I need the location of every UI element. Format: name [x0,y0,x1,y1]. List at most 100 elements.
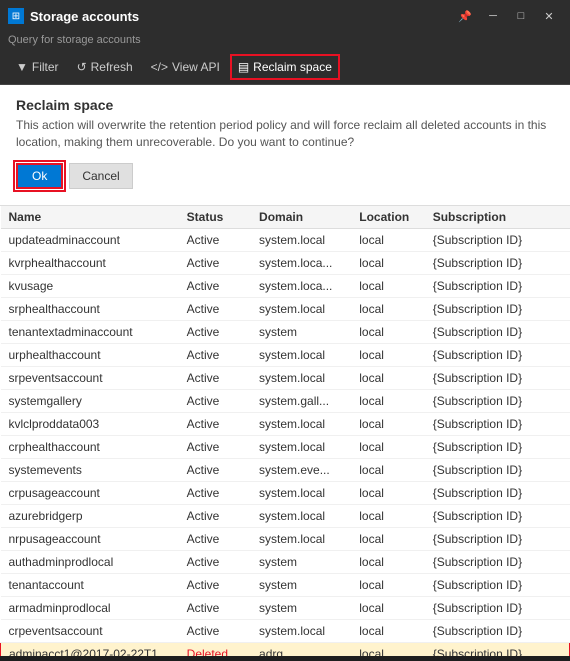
table-row[interactable]: armadminprodlocalActivesystemlocal{Subsc… [1,596,570,619]
cell-status: Active [179,435,251,458]
close-button[interactable]: ✕ [536,5,562,27]
table-row[interactable]: srphealthaccountActivesystem.locallocal{… [1,297,570,320]
cell-subscription: {Subscription ID} [425,458,570,481]
view-api-button[interactable]: </> View API [143,54,228,80]
table-row[interactable]: tenantextadminaccountActivesystemlocal{S… [1,320,570,343]
table-row[interactable]: azurebridgerpActivesystem.locallocal{Sub… [1,504,570,527]
cell-location: local [351,320,424,343]
cell-subscription: {Subscription ID} [425,435,570,458]
cell-status: Active [179,320,251,343]
table-row[interactable]: tenantaccountActivesystemlocal{Subscript… [1,573,570,596]
cell-subscription: {Subscription ID} [425,389,570,412]
cell-subscription: {Subscription ID} [425,228,570,251]
cell-name: srphealthaccount [1,297,179,320]
table-row[interactable]: urphealthaccountActivesystem.locallocal{… [1,343,570,366]
table-row[interactable]: systemgalleryActivesystem.gall...local{S… [1,389,570,412]
cell-subscription: {Subscription ID} [425,320,570,343]
cell-domain: system.local [251,343,351,366]
cell-location: local [351,619,424,642]
cell-name: nrpusageaccount [1,527,179,550]
table-row[interactable]: srpeventsaccountActivesystem.locallocal{… [1,366,570,389]
cell-subscription: {Subscription ID} [425,527,570,550]
cell-status: Active [179,504,251,527]
cell-domain: system.local [251,619,351,642]
cell-location: local [351,550,424,573]
cell-domain: system.loca... [251,251,351,274]
reclaim-panel: Reclaim space This action will overwrite… [0,85,570,206]
cell-subscription: {Subscription ID} [425,504,570,527]
col-header-location: Location [351,206,424,229]
cell-location: local [351,435,424,458]
table-row[interactable]: kvusageActivesystem.loca...local{Subscri… [1,274,570,297]
cell-domain: system.local [251,228,351,251]
table-row[interactable]: kvrphealthaccountActivesystem.loca...loc… [1,251,570,274]
table-row[interactable]: nrpusageaccountActivesystem.locallocal{S… [1,527,570,550]
cell-domain: system.local [251,527,351,550]
cell-domain: adrg [251,642,351,656]
minimize-button[interactable]: ─ [480,5,506,27]
cell-subscription: {Subscription ID} [425,412,570,435]
cell-status: Active [179,481,251,504]
cell-status: Active [179,343,251,366]
cell-status: Active [179,366,251,389]
maximize-button[interactable]: □ [508,5,534,27]
cell-subscription: {Subscription ID} [425,343,570,366]
filter-icon: ▼ [16,60,28,74]
cell-name: azurebridgerp [1,504,179,527]
cell-subscription: {Subscription ID} [425,274,570,297]
filter-button[interactable]: ▼ Filter [8,54,67,80]
cell-name: authadminprodlocal [1,550,179,573]
reclaim-title: Reclaim space [16,97,554,113]
table-header-row: Name Status Domain Location Subscription [1,206,570,229]
col-header-name: Name [1,206,179,229]
cell-status: Active [179,412,251,435]
view-api-icon: </> [151,60,168,74]
cell-location: local [351,274,424,297]
ok-button[interactable]: Ok [16,163,63,189]
reclaim-space-button[interactable]: ▤ Reclaim space [230,54,340,80]
table-row[interactable]: systemeventsActivesystem.eve...local{Sub… [1,458,570,481]
cell-status: Active [179,274,251,297]
cell-status: Active [179,619,251,642]
cell-location: local [351,343,424,366]
cell-name: srpeventsaccount [1,366,179,389]
table-row[interactable]: crphealthaccountActivesystem.locallocal{… [1,435,570,458]
cell-domain: system [251,550,351,573]
cell-name: systemevents [1,458,179,481]
table-row[interactable]: adminacct1@2017-02-22T18...Deletedadrglo… [1,642,570,656]
cell-status: Active [179,573,251,596]
cell-location: local [351,481,424,504]
table-row[interactable]: crpusageaccountActivesystem.locallocal{S… [1,481,570,504]
cell-domain: system [251,320,351,343]
cell-status: Deleted [179,642,251,656]
pin-button[interactable]: 📌 [452,5,478,27]
cell-status: Active [179,550,251,573]
cell-status: Active [179,251,251,274]
table-row[interactable]: updateadminaccountActivesystem.localloca… [1,228,570,251]
filter-label: Filter [32,60,59,74]
refresh-label: Refresh [91,60,133,74]
col-header-subscription: Subscription [425,206,570,229]
cell-name: kvrphealthaccount [1,251,179,274]
cancel-button[interactable]: Cancel [69,163,132,189]
cell-subscription: {Subscription ID} [425,481,570,504]
cell-domain: system.local [251,366,351,389]
refresh-button[interactable]: ↺ Refresh [69,54,141,80]
cell-domain: system.local [251,435,351,458]
reclaim-buttons: Ok Cancel [16,163,554,189]
cell-location: local [351,389,424,412]
refresh-icon: ↺ [77,60,87,74]
cell-name: urphealthaccount [1,343,179,366]
storage-accounts-table-container: Name Status Domain Location Subscription… [0,206,570,656]
cell-subscription: {Subscription ID} [425,573,570,596]
cell-subscription: {Subscription ID} [425,596,570,619]
table-row[interactable]: authadminprodlocalActivesystemlocal{Subs… [1,550,570,573]
table-row[interactable]: crpeventsaccountActivesystem.locallocal{… [1,619,570,642]
table-row[interactable]: kvlclproddata003Activesystem.locallocal{… [1,412,570,435]
cell-location: local [351,504,424,527]
cell-status: Active [179,596,251,619]
cell-domain: system.eve... [251,458,351,481]
reclaim-icon: ▤ [238,60,249,74]
cell-name: crpeventsaccount [1,619,179,642]
cell-subscription: {Subscription ID} [425,251,570,274]
